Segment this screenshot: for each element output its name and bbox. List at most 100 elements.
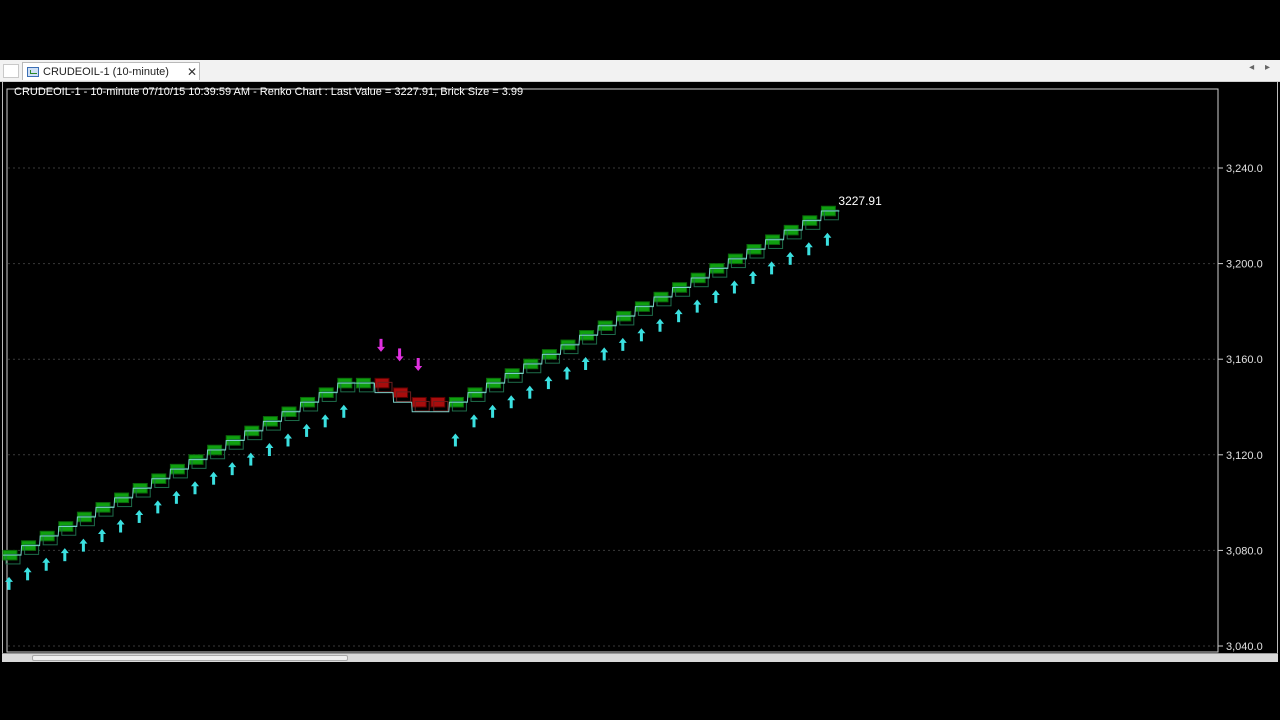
buy-arrow-shaft bbox=[81, 542, 85, 552]
buy-arrow-head bbox=[321, 414, 330, 420]
buy-arrow-head bbox=[786, 251, 795, 257]
buy-arrow-shaft bbox=[44, 561, 48, 571]
buy-arrow-head bbox=[544, 376, 553, 382]
buy-arrow-marker bbox=[153, 500, 162, 514]
buy-arrow-shaft bbox=[621, 341, 625, 351]
buy-arrow-head bbox=[79, 538, 88, 544]
y-tick-label: 3,120.0 bbox=[1226, 450, 1263, 462]
buy-arrow-marker bbox=[544, 376, 553, 390]
buy-arrow-head bbox=[711, 290, 720, 296]
tab-chart[interactable]: CRUDEOIL-1 (10-minute) ✕ bbox=[22, 62, 200, 80]
buy-arrow-shaft bbox=[658, 322, 662, 332]
buy-arrow-shaft bbox=[249, 456, 253, 466]
y-tick-label: 3,160.0 bbox=[1226, 354, 1263, 366]
buy-arrow-head bbox=[563, 366, 571, 372]
y-tick-label: 3,240.0 bbox=[1226, 163, 1263, 175]
sell-arrow-head bbox=[395, 356, 404, 362]
buy-arrow-marker bbox=[711, 290, 720, 304]
close-icon[interactable]: ✕ bbox=[185, 65, 199, 79]
plot-area-border bbox=[6, 88, 1219, 653]
buy-arrow-marker bbox=[563, 366, 571, 380]
buy-arrow-shaft bbox=[602, 351, 606, 361]
buy-arrow-head bbox=[637, 328, 646, 334]
buy-arrow-shaft bbox=[230, 466, 234, 476]
buy-arrow-shaft bbox=[323, 418, 327, 428]
scrollbar-thumb[interactable] bbox=[32, 655, 348, 661]
sell-arrow-marker bbox=[414, 357, 423, 371]
buy-arrow-head bbox=[98, 529, 106, 535]
buy-arrow-marker bbox=[823, 232, 832, 246]
buy-arrow-shaft bbox=[825, 236, 829, 246]
buy-arrow-shaft bbox=[63, 552, 67, 562]
buy-arrow-head bbox=[451, 433, 460, 439]
buy-arrow-marker bbox=[600, 347, 609, 361]
buy-arrow-head bbox=[804, 242, 813, 248]
buy-arrow-head bbox=[191, 481, 199, 487]
buy-arrow-marker bbox=[228, 462, 237, 476]
buy-arrow-head bbox=[488, 404, 497, 410]
buy-arrow-head bbox=[5, 576, 13, 582]
sell-arrow-shaft bbox=[379, 338, 383, 348]
buy-arrow-head bbox=[674, 309, 683, 315]
buy-arrow-shaft bbox=[267, 447, 271, 457]
buy-arrow-shaft bbox=[807, 246, 811, 256]
tab-scroll-left-button[interactable] bbox=[3, 64, 19, 78]
chart-title: CRUDEOIL-1 - 10-minute 07/10/15 10:39:59… bbox=[14, 86, 524, 98]
renko-brick bbox=[393, 387, 409, 398]
letterbox-top bbox=[0, 0, 1280, 60]
chart-icon bbox=[27, 66, 39, 77]
buy-arrow-head bbox=[284, 433, 292, 439]
buy-arrow-marker bbox=[284, 433, 292, 447]
buy-arrow-shaft bbox=[212, 475, 216, 485]
buy-arrow-shaft bbox=[751, 274, 755, 284]
buy-arrow-shaft bbox=[137, 513, 141, 523]
buy-arrow-head bbox=[60, 548, 69, 554]
buy-arrow-shaft bbox=[788, 255, 792, 265]
renko-brick bbox=[430, 396, 446, 408]
buy-arrow-shaft bbox=[286, 437, 290, 447]
buy-arrow-shaft bbox=[305, 427, 309, 437]
buy-arrow-marker bbox=[470, 414, 478, 428]
buy-arrow-head bbox=[730, 280, 739, 286]
buy-arrow-shaft bbox=[174, 494, 178, 504]
buy-arrow-marker bbox=[674, 309, 683, 323]
buy-arrow-head bbox=[693, 299, 702, 305]
tab-bar: CRUDEOIL-1 (10-minute) ✕ bbox=[0, 60, 1280, 82]
buy-arrow-shaft bbox=[193, 485, 197, 495]
buy-arrow-shaft bbox=[156, 504, 160, 514]
y-tick-label: 3,040.0 bbox=[1226, 641, 1263, 653]
buy-arrow-head bbox=[823, 232, 832, 238]
buy-arrow-shaft bbox=[119, 523, 123, 533]
buy-arrow-shaft bbox=[732, 284, 736, 294]
last-value-label: 3227.91 bbox=[838, 194, 882, 208]
buy-arrow-shaft bbox=[100, 533, 104, 543]
buy-arrow-head bbox=[618, 337, 627, 343]
horizontal-scrollbar[interactable] bbox=[2, 653, 1278, 662]
buy-arrow-head bbox=[470, 414, 478, 420]
buy-arrow-shaft bbox=[565, 370, 569, 380]
renko-chart[interactable]: 3,040.0 3,080.0 3,120.0 3,160.0 3,200.0 3,240… bbox=[0, 82, 1280, 662]
buy-arrow-marker bbox=[60, 548, 69, 562]
buy-arrow-marker bbox=[786, 251, 795, 265]
buy-arrow-head bbox=[23, 567, 32, 573]
buy-arrow-shaft bbox=[472, 418, 476, 428]
buy-arrow-shaft bbox=[7, 580, 11, 590]
buy-arrow-marker bbox=[656, 318, 664, 332]
sell-arrow-shaft bbox=[398, 348, 402, 358]
buy-arrow-marker bbox=[525, 385, 534, 399]
buy-arrow-head bbox=[135, 509, 144, 515]
buy-arrow-shaft bbox=[26, 571, 30, 581]
buy-arrow-marker bbox=[209, 471, 218, 485]
sell-arrow-head bbox=[414, 365, 423, 371]
buy-arrow-marker bbox=[730, 280, 739, 294]
buy-arrow-shaft bbox=[695, 303, 699, 313]
buy-arrow-head bbox=[209, 471, 218, 477]
buy-arrow-shaft bbox=[453, 437, 457, 447]
y-axis: 3,040.0 3,080.0 3,120.0 3,160.0 3,200.0 3,240… bbox=[1218, 163, 1263, 653]
buy-arrow-marker bbox=[321, 414, 330, 428]
buy-arrow-head bbox=[153, 500, 162, 506]
buy-arrow-shaft bbox=[546, 380, 550, 390]
buy-arrow-marker bbox=[116, 519, 125, 533]
tab-nav-arrows-icon[interactable]: ◂ ▸ bbox=[1249, 62, 1274, 73]
buy-arrow-shaft bbox=[509, 399, 513, 409]
